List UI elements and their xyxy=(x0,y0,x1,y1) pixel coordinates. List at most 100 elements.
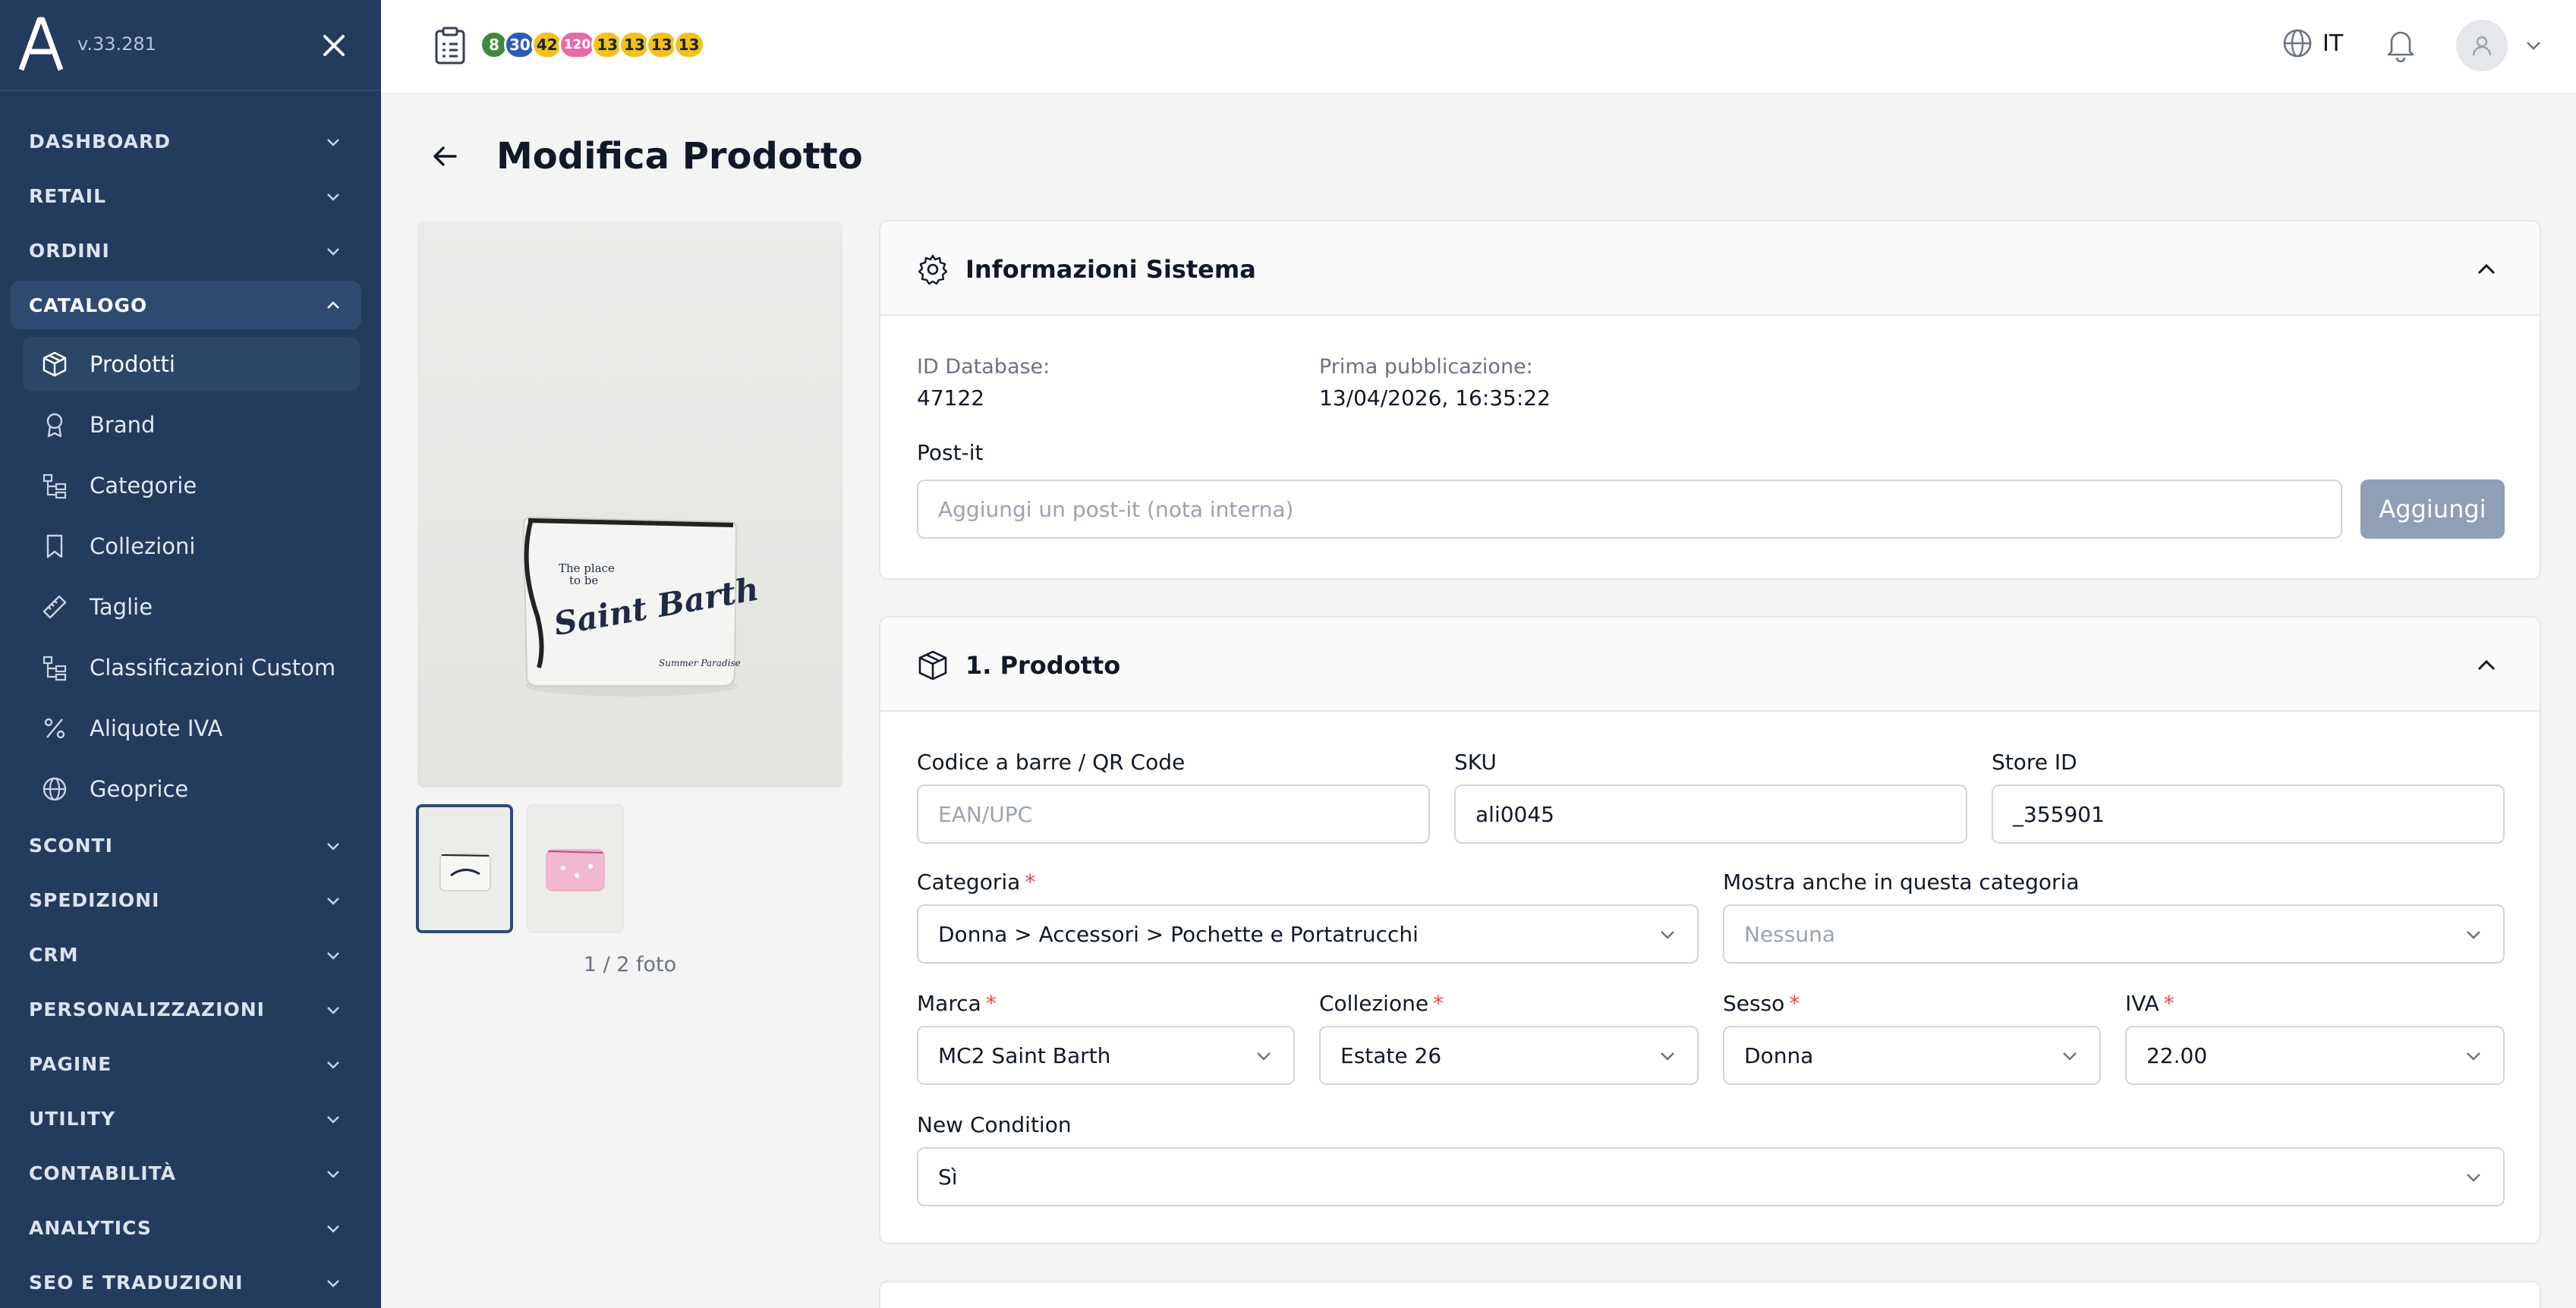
sidebar: v.33.281 DASHBOARD RETAIL ORDINI CATALOG… xyxy=(0,0,381,1308)
section-label: PAGINE xyxy=(29,1052,112,1075)
sidebar-item-collezioni[interactable]: Collezioni xyxy=(23,519,360,574)
sku-input[interactable]: ali0045 xyxy=(1454,784,1967,844)
sidebar-item-categorie[interactable]: Categorie xyxy=(23,458,360,513)
bell-icon[interactable] xyxy=(2385,27,2417,62)
chevron-down-icon xyxy=(2063,1052,2077,1061)
count-badge[interactable]: 120 xyxy=(558,30,597,59)
sidebar-item-geoprice[interactable]: Geoprice xyxy=(23,762,360,816)
postit-input[interactable]: Aggiungi un post-it (nota interna) xyxy=(917,479,2342,539)
chevron-down-icon xyxy=(327,1171,339,1178)
barcode-label: Codice a barre / QR Code xyxy=(917,750,1186,775)
sidebar-section-contabilita[interactable]: CONTABILITÀ xyxy=(11,1149,361,1197)
collection-label-text: Collezione xyxy=(1319,991,1429,1016)
also-category-value: Nessuna xyxy=(1744,921,1835,947)
also-category-select[interactable]: Nessuna xyxy=(1723,904,2505,964)
required-mark: * xyxy=(1025,869,1036,895)
sidebar-section-crm[interactable]: CRM xyxy=(11,930,361,979)
sku-label: SKU xyxy=(1454,750,1497,775)
sidebar-section-personalizzazioni[interactable]: PERSONALIZZAZIONI xyxy=(11,985,361,1033)
globe-icon xyxy=(2283,29,2312,58)
sidebar-section-dashboard[interactable]: DASHBOARD xyxy=(11,117,361,165)
photo-subline: Summer Paradise xyxy=(659,658,741,668)
collection-label: Collezione * xyxy=(1319,991,1444,1016)
chevron-down-icon xyxy=(327,139,339,146)
store-id-label: Store ID xyxy=(1992,750,2077,775)
required-mark: * xyxy=(1789,991,1800,1016)
collection-value: Estate 26 xyxy=(1340,1042,1442,1068)
sidebar-section-spedizioni[interactable]: SPEDIZIONI xyxy=(11,876,361,924)
section-label: SPEDIZIONI xyxy=(29,888,160,911)
sidebar-section-ordini[interactable]: ORDINI xyxy=(11,226,361,275)
clipboard-list-icon[interactable] xyxy=(433,26,468,65)
gear-icon xyxy=(918,254,948,285)
add-postit-button[interactable]: Aggiungi xyxy=(2360,479,2505,539)
sidebar-section-utility[interactable]: UTILITY xyxy=(11,1094,361,1143)
award-icon xyxy=(46,413,63,438)
sidebar-item-label: Classificazioni Custom xyxy=(90,655,336,681)
sidebar-section-pagine[interactable]: PAGINE xyxy=(11,1039,361,1088)
system-info-card: Informazioni Sistema ID Database: 47122 … xyxy=(879,220,2541,580)
condition-select[interactable]: Sì xyxy=(917,1147,2505,1206)
product-image: The place to be Saint Barth Summer Parad… xyxy=(417,222,842,788)
sidebar-item-label: Aliquote IVA xyxy=(90,715,223,741)
sidebar-item-brand[interactable]: Brand xyxy=(23,398,360,452)
collection-select[interactable]: Estate 26 xyxy=(1319,1026,1699,1085)
photo-tagline-2: to be xyxy=(569,574,598,587)
bookmark-icon xyxy=(46,534,63,558)
chevron-down-icon xyxy=(327,1225,339,1233)
chevron-up-icon xyxy=(327,301,339,309)
sidebar-item-aliquote-iva[interactable]: Aliquote IVA xyxy=(23,701,360,756)
chevron-down-icon xyxy=(327,843,339,851)
sidebar-item-classificazioni-custom[interactable]: Classificazioni Custom xyxy=(23,640,360,695)
sidebar-section-seo-traduzioni[interactable]: SEO E TRADUZIONI xyxy=(11,1258,361,1306)
chevron-down-icon xyxy=(1257,1052,1271,1061)
sidebar-item-prodotti[interactable]: Prodotti xyxy=(23,337,360,391)
chevron-down-icon[interactable] xyxy=(2524,38,2543,53)
section-label: CRM xyxy=(29,943,79,966)
language-selector[interactable]: IT xyxy=(2282,27,2343,59)
system-info-header[interactable]: Informazioni Sistema xyxy=(880,222,2540,316)
section-label: ORDINI xyxy=(29,239,110,262)
product-section-header[interactable]: 1. Prodotto xyxy=(880,618,2540,712)
gender-value: Donna xyxy=(1744,1042,1814,1068)
sidebar-section-analytics[interactable]: ANALYTICS xyxy=(11,1203,361,1252)
count-badge[interactable]: 13 xyxy=(672,30,705,59)
section-label: SEO E TRADUZIONI xyxy=(29,1271,244,1294)
required-mark: * xyxy=(985,991,997,1016)
box-icon xyxy=(918,650,947,681)
first-publish-value: 13/04/2026, 16:35:22 xyxy=(1319,385,1551,410)
store-id-input[interactable]: _355901 xyxy=(1992,784,2505,844)
photo-thumbnail[interactable] xyxy=(416,804,513,933)
sidebar-item-label: Brand xyxy=(90,412,156,438)
required-mark: * xyxy=(1433,991,1444,1016)
sidebar-item-taglie[interactable]: Taglie xyxy=(23,580,360,634)
section-label: CATALOGO xyxy=(29,294,148,316)
vat-select[interactable]: 22.00 xyxy=(2125,1026,2505,1085)
vat-label: IVA * xyxy=(2125,991,2174,1016)
product-main-photo[interactable]: The place to be Saint Barth Summer Parad… xyxy=(417,222,842,788)
sidebar-item-label: Categorie xyxy=(90,473,197,498)
photo-thumbnail[interactable] xyxy=(527,804,624,933)
sidebar-header: v.33.281 xyxy=(0,0,381,91)
first-publish-label: Prima pubblicazione: xyxy=(1319,355,1533,379)
thumbnail-image xyxy=(528,806,622,932)
sidebar-section-catalogo[interactable]: CATALOGO xyxy=(11,281,361,329)
db-id-label: ID Database: xyxy=(917,355,1050,379)
avatar[interactable] xyxy=(2456,20,2508,71)
user-icon xyxy=(2472,36,2492,56)
barcode-input[interactable]: EAN/UPC xyxy=(917,784,1430,844)
sidebar-section-retail[interactable]: RETAIL xyxy=(11,171,361,220)
category-select[interactable]: Donna > Accessori > Pochette e Portatruc… xyxy=(917,904,1699,964)
photo-counter: 1 / 2 foto xyxy=(583,953,677,976)
sidebar-section-sconti[interactable]: SCONTI xyxy=(11,821,361,869)
section-label: UTILITY xyxy=(29,1107,116,1130)
back-arrow-icon[interactable] xyxy=(430,141,460,171)
close-icon[interactable] xyxy=(319,30,349,61)
gender-select[interactable]: Donna xyxy=(1723,1026,2101,1085)
sidebar-item-label: Geoprice xyxy=(90,776,189,802)
notification-badges: 8 30 42 120 13 13 13 13 xyxy=(480,30,705,59)
brand-select[interactable]: MC2 Saint Barth xyxy=(917,1026,1295,1085)
app-logo-icon[interactable] xyxy=(18,17,64,71)
chevron-down-icon xyxy=(2467,1174,2480,1182)
box-icon xyxy=(43,351,67,377)
